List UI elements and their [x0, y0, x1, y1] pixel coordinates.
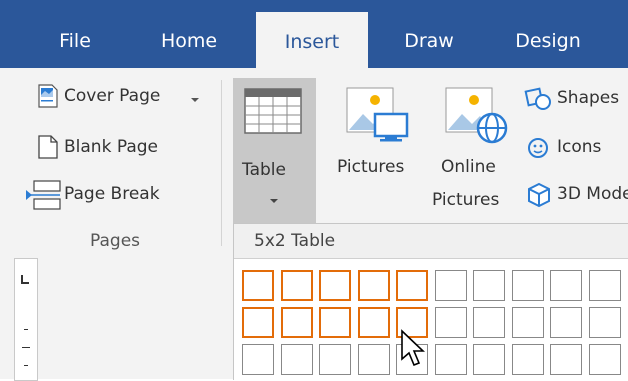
table-grid-cell[interactable] [511, 270, 544, 301]
table-grid-cell[interactable] [242, 307, 274, 338]
table-grid-cell[interactable] [396, 270, 428, 301]
ruler-tick [22, 347, 30, 348]
table-grid-cell[interactable] [473, 307, 505, 338]
insert-table-dropdown: 5x2 Table [233, 223, 628, 380]
table-icon [244, 88, 302, 134]
icons-icon [528, 138, 548, 158]
table-grid-cell[interactable] [434, 307, 467, 338]
table-grid-cell[interactable] [319, 270, 351, 301]
table-grid-cell[interactable] [550, 270, 582, 301]
page-break-label: Page Break [64, 184, 160, 204]
table-grid-cell[interactable] [434, 270, 467, 301]
tab-insert[interactable]: Insert [256, 12, 368, 68]
table-grid-cell[interactable] [550, 344, 582, 375]
table-grid-cell[interactable] [588, 344, 621, 375]
ribbon-tab-bar: File Home Insert Draw Design [0, 0, 628, 68]
table-grid-cell[interactable] [357, 270, 390, 301]
3d-models-icon [528, 182, 550, 208]
tab-design[interactable]: Design [492, 0, 604, 68]
table-grid-cell[interactable] [511, 307, 544, 338]
3d-models-label: 3D Models [557, 184, 628, 204]
online-pictures-icon [445, 87, 508, 144]
group-separator [221, 80, 222, 246]
cover-page-label: Cover Page [64, 86, 161, 106]
shapes-icon [524, 87, 551, 110]
table-size-label: 5x2 Table [254, 231, 336, 251]
online-pictures-label-line2: Pictures [432, 190, 500, 210]
icons-label: Icons [557, 137, 602, 157]
table-grid-cell[interactable] [319, 307, 351, 338]
tab-draw[interactable]: Draw [388, 0, 470, 68]
blank-page-label: Blank Page [64, 137, 158, 157]
mouse-cursor-icon [401, 329, 425, 367]
shapes-label: Shapes [557, 88, 620, 108]
table-grid-cell[interactable] [280, 344, 313, 375]
table-grid-cell[interactable] [473, 270, 505, 301]
ruler-tick [24, 365, 28, 366]
online-pictures-label-line1: Online [441, 157, 496, 177]
ruler-tick [24, 329, 28, 330]
tab-stop-icon[interactable] [21, 275, 29, 284]
table-grid-cell[interactable] [434, 344, 467, 375]
table-button-label: Table [242, 160, 286, 180]
pictures-icon [346, 87, 409, 142]
table-grid-cell[interactable] [280, 307, 313, 338]
table-grid-cell[interactable] [550, 307, 582, 338]
pages-group-label: Pages [90, 231, 141, 251]
table-grid-cell[interactable] [242, 270, 274, 301]
table-grid-cell[interactable] [473, 344, 505, 375]
dropdown-header: 5x2 Table [234, 224, 628, 259]
table-grid-cell[interactable] [357, 307, 390, 338]
chevron-down-icon [191, 98, 199, 102]
pictures-label: Pictures [337, 157, 405, 177]
tab-file[interactable]: File [38, 0, 112, 68]
table-grid-cell[interactable] [511, 344, 544, 375]
table-grid-cell[interactable] [242, 344, 274, 375]
cover-page-icon [38, 84, 58, 108]
table-grid-cell[interactable] [588, 270, 621, 301]
table-grid-cell[interactable] [319, 344, 351, 375]
tab-home[interactable]: Home [148, 0, 230, 68]
table-grid-cell[interactable] [280, 270, 313, 301]
table-button[interactable]: Table [233, 78, 316, 223]
page-break-icon [26, 180, 61, 210]
chevron-down-icon [270, 199, 278, 203]
table-grid-cell[interactable] [588, 307, 621, 338]
table-grid-cell[interactable] [357, 344, 390, 375]
blank-page-icon [38, 135, 58, 159]
vertical-ruler [14, 258, 38, 381]
